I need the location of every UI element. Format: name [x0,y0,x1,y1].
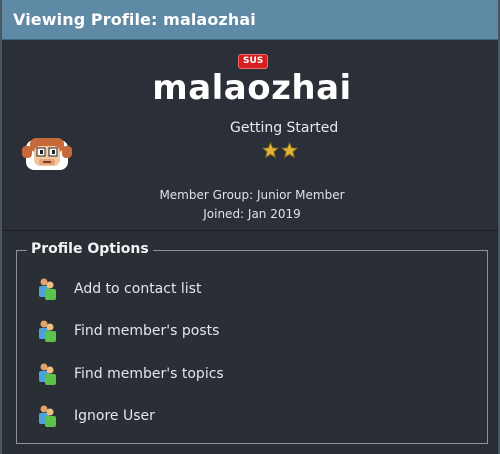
monkey-avatar-icon[interactable] [20,132,74,174]
option-label: Ignore User [74,408,155,424]
username[interactable]: malaozhai [2,68,500,108]
users-icon [39,405,56,427]
option-label: Find member's posts [74,323,220,339]
star-icon [262,142,279,159]
member-group: Member Group: Junior Member [159,188,345,202]
profile-options-box: Profile Options Add to contact list Find… [16,241,488,444]
status-badge: SUS [238,54,269,69]
rank-stars [262,142,298,159]
page-title-bar: Viewing Profile: malaozhai [2,0,498,40]
users-icon [39,363,56,385]
member-info: Member Group: Junior Member Joined: Jan … [2,186,500,224]
rank-title: Getting Started [230,120,339,136]
profile-options-legend: Profile Options [27,241,153,257]
ignore-user-link[interactable]: Ignore User [37,404,155,428]
add-to-contact-list-link[interactable]: Add to contact list [37,277,201,301]
profile-window: Viewing Profile: malaozhai SUS malaozhai… [0,0,500,454]
find-member-posts-link[interactable]: Find member's posts [37,319,219,343]
star-icon [281,142,298,159]
find-member-topics-link[interactable]: Find member's topics [37,362,224,386]
page-title: Viewing Profile: malaozhai [13,10,256,29]
users-icon [39,320,56,342]
profile-card: SUS malaozhai Getting Started Member Gro… [2,40,498,231]
option-label: Add to contact list [74,281,202,297]
option-label: Find member's topics [74,366,224,382]
users-icon [39,278,56,300]
joined-date: Joined: Jan 2019 [203,207,301,221]
